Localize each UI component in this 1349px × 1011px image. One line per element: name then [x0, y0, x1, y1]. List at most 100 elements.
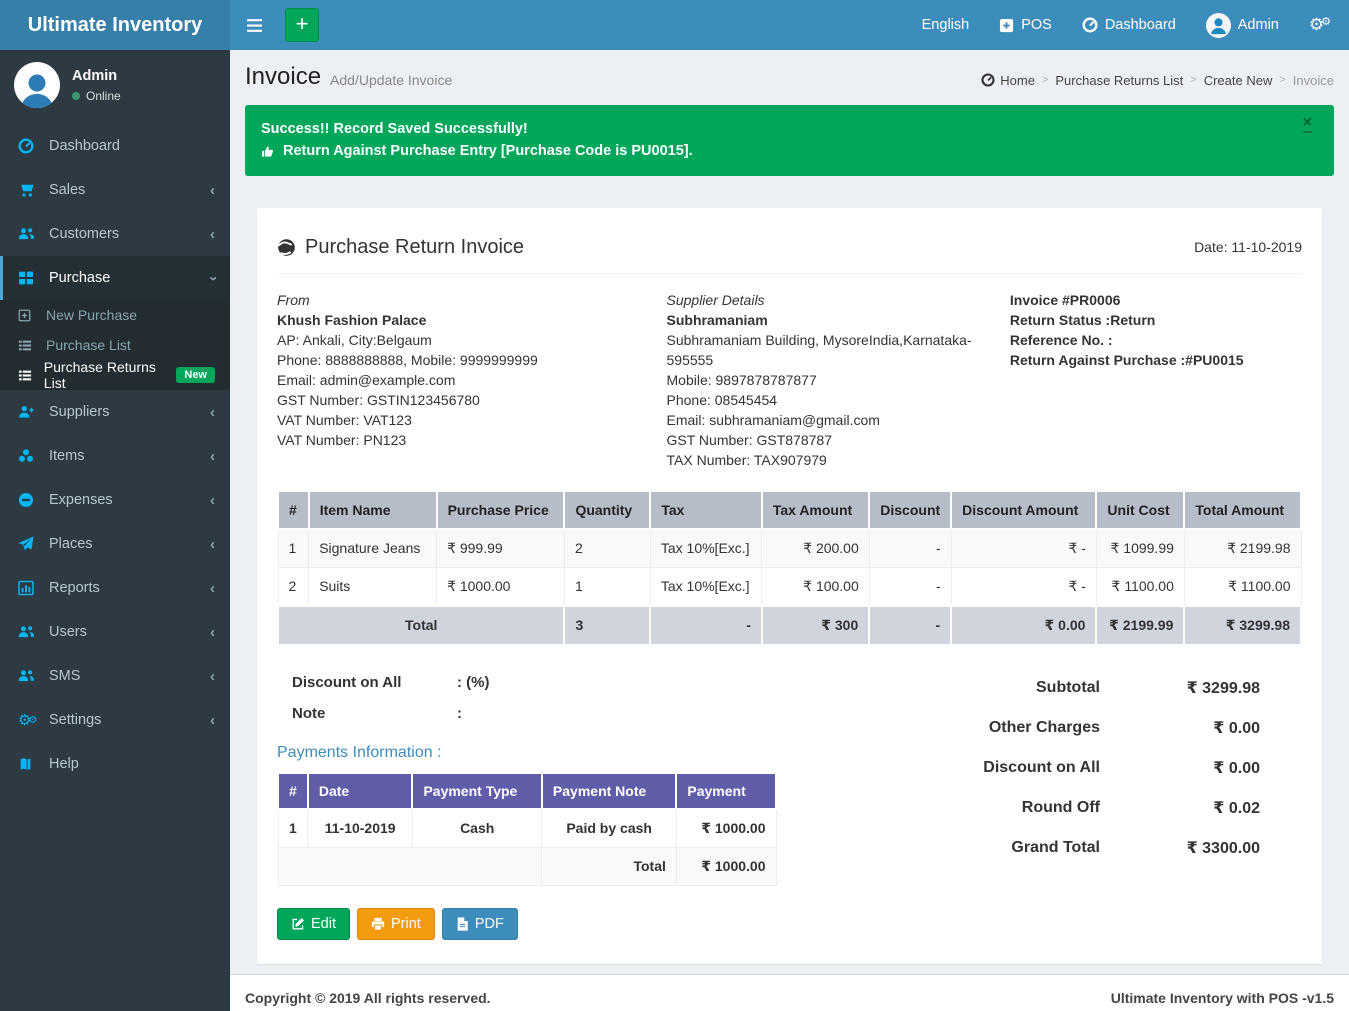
sidebar-item-new-purchase[interactable]: New Purchase [0, 300, 230, 330]
tachometer-icon [981, 73, 995, 87]
note-value: : [457, 705, 462, 722]
edit-icon [291, 917, 305, 931]
discount-on-all-row: Discount on All : (%) [292, 674, 927, 691]
supplier-name: Subhramaniam [667, 310, 1010, 330]
chevron-left-icon: ‹ [210, 226, 215, 243]
close-icon[interactable]: × [1303, 115, 1312, 133]
from-block: From Khush Fashion Palace AP: Ankali, Ci… [277, 290, 667, 470]
navbar: + English POS Dashboard [230, 0, 1349, 50]
action-buttons: Edit Print PDF [277, 908, 1302, 940]
globe-icon [277, 238, 296, 257]
invoice-number: Invoice #PR0006 [1010, 290, 1302, 310]
edit-button[interactable]: Edit [277, 908, 350, 940]
sidebar-user-panel: Admin Online [0, 50, 230, 120]
sidebar-item-purchase[interactable]: Purchase ‹ [0, 256, 230, 300]
invoice-date: Date: 11-10-2019 [1194, 239, 1302, 255]
cart-icon [18, 182, 40, 198]
app-logo[interactable]: Ultimate Inventory [0, 0, 230, 50]
print-button[interactable]: Print [357, 908, 435, 940]
sidebar-item-places[interactable]: Places ‹ [0, 522, 230, 566]
pos-link[interactable]: POS [999, 17, 1052, 33]
breadcrumb-create-new[interactable]: Create New [1204, 73, 1273, 88]
invoice-title: Purchase Return Invoice [305, 236, 524, 259]
sidebar-item-expenses[interactable]: Expenses ‹ [0, 478, 230, 522]
app-window: Ultimate Inventory + English POS [0, 0, 1349, 1011]
breadcrumb-separator: > [1042, 74, 1048, 86]
page-subtitle: Add/Update Invoice [330, 66, 452, 88]
hamburger-icon [246, 18, 263, 33]
book-icon [18, 757, 40, 772]
list-icon [18, 339, 38, 352]
settings-menu[interactable]: ⚙⚙ [1309, 15, 1331, 35]
users-icon [18, 226, 40, 242]
table-row: 1 11-10-2019 Cash Paid by cash ₹ 1000.00 [278, 809, 776, 848]
discount-on-all-label: Discount on All [292, 674, 457, 691]
table-row: 1 Signature Jeans ₹ 999.99 2 Tax 10%[Exc… [278, 529, 1301, 568]
avatar [14, 62, 60, 108]
supplier-block: Supplier Details Subhramaniam Subhramani… [667, 290, 1010, 470]
quick-add-button[interactable]: + [285, 8, 319, 42]
chevron-left-icon: ‹ [210, 536, 215, 553]
th-large-icon [18, 270, 40, 286]
sidebar-user-name: Admin [72, 68, 121, 84]
alert-title: Success!! Record Saved Successfully! [261, 118, 1318, 140]
chevron-left-icon: ‹ [210, 404, 215, 421]
sidebar-item-users[interactable]: Users ‹ [0, 610, 230, 654]
online-status-icon [72, 92, 80, 100]
breadcrumb-home[interactable]: Home [981, 73, 1035, 88]
file-pdf-icon [456, 917, 469, 931]
return-against-purchase: Return Against Purchase :#PU0015 [1010, 350, 1302, 370]
payments-total-row: Total ₹ 1000.00 [278, 847, 776, 885]
gears-icon: ⚙⚙ [1309, 15, 1331, 35]
sidebar-toggle-button[interactable] [230, 0, 279, 50]
note-row: Note : [292, 705, 927, 722]
sidebar-user-status: Online [72, 89, 121, 103]
chevron-left-icon: ‹ [210, 668, 215, 685]
chevron-left-icon: ‹ [210, 492, 215, 509]
totals-summary: Subtotal ₹ 3299.98 Other Charges ₹ 0.00 … [927, 664, 1302, 886]
sidebar-item-settings[interactable]: ⚙⚙ Settings ‹ [0, 698, 230, 742]
sidebar-item-items[interactable]: Items ‹ [0, 434, 230, 478]
purchase-submenu: New Purchase Purchase List [0, 300, 230, 390]
pdf-button[interactable]: PDF [442, 908, 518, 940]
main-content: Invoice Add/Update Invoice Home > Purcha… [230, 50, 1349, 1011]
sidebar-item-dashboard[interactable]: Dashboard [0, 124, 230, 168]
user-menu[interactable]: Admin [1206, 13, 1279, 38]
users-icon [18, 668, 40, 684]
copyright-text: Copyright © 2019 All rights reserved. [245, 990, 491, 1006]
user-avatar-icon [1206, 13, 1231, 38]
breadcrumb-purchase-returns-list[interactable]: Purchase Returns List [1055, 73, 1183, 88]
round-off-row: Round Off ₹ 0.02 [927, 788, 1260, 828]
sidebar-item-help[interactable]: Help [0, 742, 230, 786]
supplier-heading: Supplier Details [667, 290, 1010, 310]
sidebar-item-sms[interactable]: SMS ‹ [0, 654, 230, 698]
chevron-left-icon: ‹ [210, 182, 215, 199]
sidebar-item-reports[interactable]: Reports ‹ [0, 566, 230, 610]
footer: Copyright © 2019 All rights reserved. Ul… [230, 974, 1349, 1011]
items-table: # Item Name Purchase Price Quantity Tax … [277, 490, 1302, 646]
user-plus-icon [18, 404, 40, 420]
sidebar-item-customers[interactable]: Customers ‹ [0, 212, 230, 256]
new-badge: New [176, 367, 215, 383]
sidebar-item-purchase-returns-list[interactable]: Purchase Returns List New [0, 360, 230, 390]
reference-no: Reference No. : [1010, 330, 1302, 350]
sidebar-item-purchase-list[interactable]: Purchase List [0, 330, 230, 360]
grand-total-row: Grand Total ₹ 3300.00 [927, 828, 1260, 868]
chevron-down-icon: ‹ [204, 276, 221, 281]
dashboard-link[interactable]: Dashboard [1082, 17, 1176, 33]
page-title: Invoice [245, 63, 321, 91]
sidebar-menu: Dashboard Sales ‹ Customers ‹ [0, 124, 230, 786]
chevron-left-icon: ‹ [210, 624, 215, 641]
paper-plane-icon [18, 536, 40, 552]
chevron-left-icon: ‹ [210, 448, 215, 465]
table-row: 2 Suits ₹ 1000.00 1 Tax 10%[Exc.] ₹ 100.… [278, 567, 1301, 606]
language-menu[interactable]: English [922, 17, 970, 33]
invoice-info-row: From Khush Fashion Palace AP: Ankali, Ci… [277, 274, 1302, 490]
chevron-left-icon: ‹ [210, 712, 215, 729]
version-text: Ultimate Inventory with POS -v1.5 [1111, 990, 1334, 1006]
alert-message: Return Against Purchase Entry [Purchase … [283, 140, 693, 162]
plus-square-icon [999, 18, 1014, 33]
sidebar-item-sales[interactable]: Sales ‹ [0, 168, 230, 212]
plus-square-o-icon [18, 309, 38, 322]
sidebar-item-suppliers[interactable]: Suppliers ‹ [0, 390, 230, 434]
